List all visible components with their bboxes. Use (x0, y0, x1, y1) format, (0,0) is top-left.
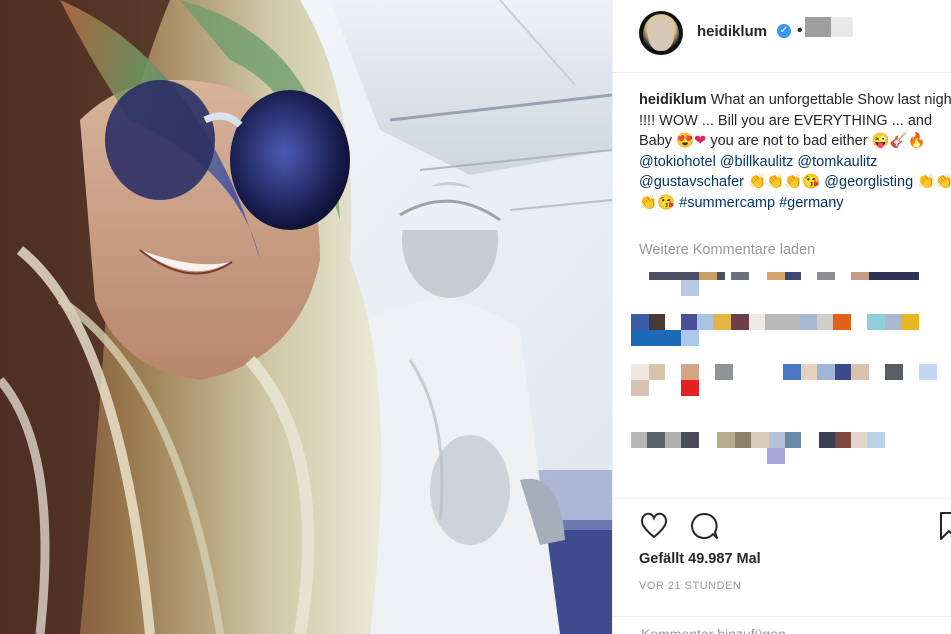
crazy-face-emoji-icon: 😜 (871, 133, 890, 149)
censored-comment (717, 432, 735, 448)
clap-emoji-icon: 👏👏👏😘 (748, 174, 821, 190)
separator-dot: • (797, 22, 803, 39)
censored-block (831, 17, 853, 37)
heart-icon[interactable] (639, 511, 669, 539)
caption-text-2: you are not to bad either (710, 133, 868, 149)
censored-comment (767, 448, 785, 464)
censored-comment (735, 432, 751, 448)
censored-comment (833, 314, 851, 330)
censored-comment (681, 380, 699, 396)
censored-comment (901, 314, 919, 330)
heart-eyes-emoji-icon: 😍 (676, 133, 695, 149)
fire-emoji-icon: 🔥 (907, 133, 926, 149)
censored-comment (835, 432, 851, 448)
comment-bubble-icon[interactable] (689, 511, 719, 541)
censored-comment (649, 314, 665, 330)
censored-comment (731, 314, 749, 330)
censored-comment (749, 314, 765, 330)
censored-comment (869, 272, 919, 280)
censored-comment (817, 272, 835, 280)
post-header: heidiklum ✓ • (613, 0, 951, 73)
censored-comment (649, 364, 665, 380)
censored-comment (767, 272, 785, 280)
censored-comment (851, 432, 867, 448)
mention-billkaulitz[interactable]: @billkaulitz (720, 154, 794, 170)
likes-count[interactable]: Gefällt 49.987 Mal (639, 551, 761, 567)
bookmark-icon[interactable] (939, 511, 951, 541)
censored-comment (817, 364, 835, 380)
guitar-emoji-icon: 🎸 (889, 133, 908, 149)
censored-comment (681, 364, 699, 380)
mention-gustavschafer[interactable]: @gustavschafer (639, 174, 744, 190)
censored-comment (783, 364, 801, 380)
censored-comment (699, 272, 717, 280)
mention-georglisting[interactable]: @georglisting (824, 174, 913, 190)
censored-comment (631, 432, 647, 448)
red-heart-emoji-icon: ❤ (694, 133, 707, 149)
censored-comment (731, 272, 749, 280)
mention-tokiohotel[interactable]: @tokiohotel (639, 154, 716, 170)
censored-comment (819, 432, 835, 448)
header-username[interactable]: heidiklum (697, 23, 767, 40)
post-sidebar: heidiklum ✓ • heidiklum What an unforget… (612, 0, 951, 634)
censored-comment (817, 314, 833, 330)
censored-comment (647, 432, 665, 448)
avatar-face (648, 17, 674, 51)
censored-comment (769, 432, 785, 448)
add-comment-section (613, 616, 951, 634)
post-photo[interactable] (0, 0, 612, 634)
avatar[interactable] (639, 11, 683, 55)
censored-comment (799, 314, 817, 330)
mention-tomkaulitz[interactable]: @tomkaulitz (797, 154, 877, 170)
censored-comment (681, 280, 699, 296)
comments-list (613, 268, 951, 468)
load-more-comments-link[interactable]: Weitere Kommentare laden (639, 242, 815, 258)
action-bar (613, 498, 951, 540)
hashtag-summercamp[interactable]: #summercamp (679, 195, 775, 211)
censored-comment (631, 380, 649, 396)
censored-comment (867, 432, 885, 448)
post-caption: heidiklum What an unforgettable Show las… (639, 90, 951, 213)
censored-comment (919, 364, 937, 380)
censored-comment (681, 432, 699, 448)
censored-comment (631, 314, 649, 330)
censored-comment (681, 330, 699, 346)
censored-comment (697, 314, 713, 330)
censored-comment (765, 314, 799, 330)
censored-block (805, 17, 831, 37)
censored-comment (665, 432, 681, 448)
censored-comment (851, 272, 869, 280)
censored-comment (851, 364, 869, 380)
post-timestamp[interactable]: VOR 21 STUNDEN (639, 580, 741, 592)
verified-badge-icon: ✓ (777, 24, 791, 38)
censored-comment (713, 314, 731, 330)
censored-comment (867, 314, 885, 330)
censored-comment (631, 364, 649, 380)
photo-image (0, 0, 612, 634)
censored-comment (751, 432, 769, 448)
add-comment-input[interactable] (639, 625, 943, 634)
censored-comment (715, 364, 733, 380)
censored-comment (681, 314, 697, 330)
censored-comment (631, 330, 681, 346)
censored-comment (885, 314, 901, 330)
censored-comment (801, 364, 817, 380)
censored-comment (785, 272, 801, 280)
censored-comment (885, 364, 903, 380)
hashtag-germany[interactable]: #germany (779, 195, 843, 211)
caption-username[interactable]: heidiklum (639, 92, 707, 108)
censored-comment (835, 364, 851, 380)
censored-comment (785, 432, 801, 448)
